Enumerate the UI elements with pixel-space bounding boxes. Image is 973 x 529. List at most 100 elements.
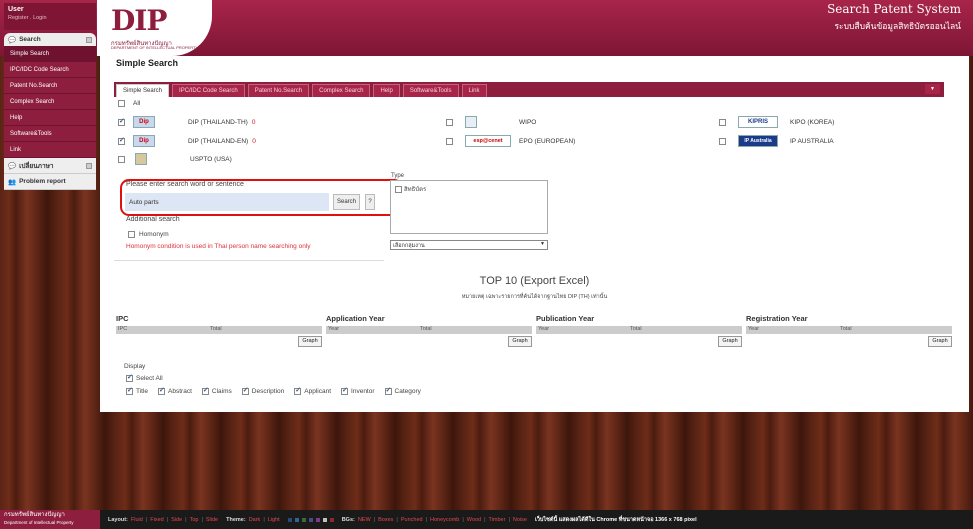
work-group-select[interactable]: เลือกกลุ่มงาน — [390, 240, 548, 250]
dip-logo-icon: Dip — [133, 116, 155, 128]
swatch[interactable] — [315, 517, 320, 522]
sidebar-item-ipc-search[interactable]: IPC/IDC Code Search — [4, 62, 96, 78]
browser-note: เว็บไซต์นี้ แสดงผลได้ดีใน Chrome ที่ขนาด… — [534, 516, 697, 523]
stat-registration-year-header: Year Total — [746, 326, 952, 334]
swatch[interactable] — [329, 517, 334, 522]
graph-button-publication-year[interactable]: Graph — [718, 336, 742, 347]
collapse-icon[interactable] — [86, 162, 92, 169]
search-input[interactable] — [125, 193, 329, 211]
bottom-bar: กรมทรัพย์สินทางปัญญา Department of Intel… — [0, 510, 973, 529]
theme-dark[interactable]: Dark — [249, 517, 261, 523]
bg-wood[interactable]: Wood — [467, 517, 481, 523]
col-total: Total — [630, 326, 642, 332]
category-checkbox[interactable] — [384, 386, 392, 395]
description-checkbox[interactable] — [241, 386, 249, 395]
tab-help[interactable]: Help — [373, 84, 400, 97]
bg-boxes[interactable]: Boxes — [378, 517, 393, 523]
graph-button-application-year[interactable]: Graph — [508, 336, 532, 347]
all-checkbox[interactable] — [118, 100, 125, 107]
layout-side[interactable]: Side — [171, 517, 182, 523]
dip-en-checkbox[interactable] — [118, 136, 125, 145]
dip-th-checkbox[interactable] — [118, 117, 125, 126]
display-field-title: Title — [126, 386, 149, 395]
register-login-link[interactable]: Register . Login — [8, 15, 92, 21]
layout-slide[interactable]: Slide — [206, 517, 218, 523]
title-checkbox[interactable] — [126, 386, 133, 395]
inventor-checkbox[interactable] — [341, 386, 349, 395]
bg-noise[interactable]: Noise — [513, 517, 527, 523]
display-field-applicant: Applicant — [294, 386, 332, 395]
ip-australia-checkbox[interactable] — [719, 137, 726, 145]
abstract-checkbox[interactable] — [158, 386, 166, 395]
site-title: Search Patent System — [827, 2, 961, 16]
tab-ipc-search[interactable]: IPC/IDC Code Search — [172, 84, 245, 97]
stat-registration-year: Registration Year Year Total Graph — [746, 314, 952, 347]
epo-checkbox[interactable] — [446, 137, 453, 145]
bg-timber[interactable]: Timber — [489, 517, 506, 523]
search-label: Please enter search word or sentence — [126, 181, 244, 188]
bottom-logo-thai: กรมทรัพย์สินทางปัญญา — [4, 512, 65, 518]
swatch[interactable] — [322, 517, 327, 522]
field-label: Title — [136, 388, 149, 395]
collapse-icon[interactable] — [86, 36, 92, 43]
sidebar-item-software-tools[interactable]: Software&Tools — [4, 126, 96, 142]
sidebar-item-simple-search[interactable]: Simple Search — [4, 46, 96, 62]
search-help-button[interactable]: ? — [365, 194, 375, 210]
swatch[interactable] — [294, 517, 299, 522]
swatch[interactable] — [308, 517, 313, 522]
bg-punched[interactable]: Punched — [401, 517, 423, 523]
graph-button-ipc[interactable]: Graph — [298, 336, 322, 347]
select-all-checkbox[interactable] — [126, 373, 133, 382]
stat-publication-year: Publication Year Year Total Graph — [536, 314, 742, 347]
sidebar-language[interactable]: 💬 เปลี่ยนภาษา — [4, 158, 96, 174]
field-label: Claims — [211, 388, 232, 395]
field-label: Applicant — [304, 388, 332, 395]
tab-software-tools[interactable]: Software&Tools — [402, 84, 459, 97]
stat-registration-year-title: Registration Year — [746, 314, 808, 323]
field-label: Inventor — [351, 388, 375, 395]
type-patent-checkbox[interactable] — [395, 185, 402, 193]
bg-new[interactable]: NEW — [358, 517, 371, 523]
layout-fixed[interactable]: Fixed — [150, 517, 163, 523]
select-all-option: Select All — [126, 373, 163, 382]
tab-patent-no-search[interactable]: Patent No.Search — [247, 84, 310, 97]
type-patent-label: สิทธิบัตร — [404, 187, 427, 193]
col-total: Total — [210, 326, 222, 332]
graph-button-registration-year[interactable]: Graph — [928, 336, 952, 347]
bg-honeycomb[interactable]: Honeycomb — [430, 517, 459, 523]
tab-complex-search[interactable]: Complex Search — [312, 84, 371, 97]
sidebar-search-header[interactable]: 💬 Search — [4, 33, 96, 46]
user-panel: User Register . Login — [4, 3, 96, 30]
tab-dropdown-icon[interactable]: ▼ — [925, 84, 940, 94]
wipo-checkbox[interactable] — [446, 118, 453, 126]
swatch[interactable] — [301, 517, 306, 522]
uspto-checkbox[interactable] — [118, 155, 125, 163]
applicant-checkbox[interactable] — [294, 386, 302, 395]
tab-link[interactable]: Link — [461, 84, 487, 97]
sidebar-item-complex-search[interactable]: Complex Search — [4, 94, 96, 110]
bottom-logo-en: Department of Intellectual Property — [4, 520, 74, 525]
logo-area[interactable]: DIP กรมทรัพย์สินทางปัญญา DEPARTMENT OF I… — [97, 0, 212, 56]
swatch[interactable] — [287, 517, 292, 522]
theme-light[interactable]: Light — [268, 517, 280, 523]
dip-logo-icon: Dip — [133, 135, 155, 147]
claims-checkbox[interactable] — [201, 386, 209, 395]
divider — [114, 260, 384, 261]
sidebar-item-link[interactable]: Link — [4, 142, 96, 158]
users-icon: 👥 — [8, 178, 17, 186]
sidebar-item-help[interactable]: Help — [4, 110, 96, 126]
tab-bar: Simple Search IPC/IDC Code Search Patent… — [114, 82, 944, 97]
user-name: User — [8, 6, 24, 13]
sidebar-item-patent-no-search[interactable]: Patent No.Search — [4, 78, 96, 94]
homonym-checkbox[interactable] — [128, 231, 135, 238]
dip-th-label: DIP (THAILAND-TH) — [188, 118, 248, 126]
layout-fluid[interactable]: Fluid — [131, 517, 143, 523]
search-button[interactable]: Search — [333, 194, 360, 210]
kipo-checkbox[interactable] — [719, 118, 726, 126]
tab-simple-search[interactable]: Simple Search — [116, 84, 170, 97]
top10-title[interactable]: TOP 10 (Export Excel) — [100, 275, 969, 287]
db-dip-en: Dip DIP (THAILAND-EN) 0 — [118, 135, 256, 147]
sidebar-problem-report[interactable]: 👥 Problem report — [4, 174, 96, 190]
homonym-note: Homonym condition is used in Thai person… — [126, 243, 311, 250]
layout-top[interactable]: Top — [190, 517, 199, 523]
